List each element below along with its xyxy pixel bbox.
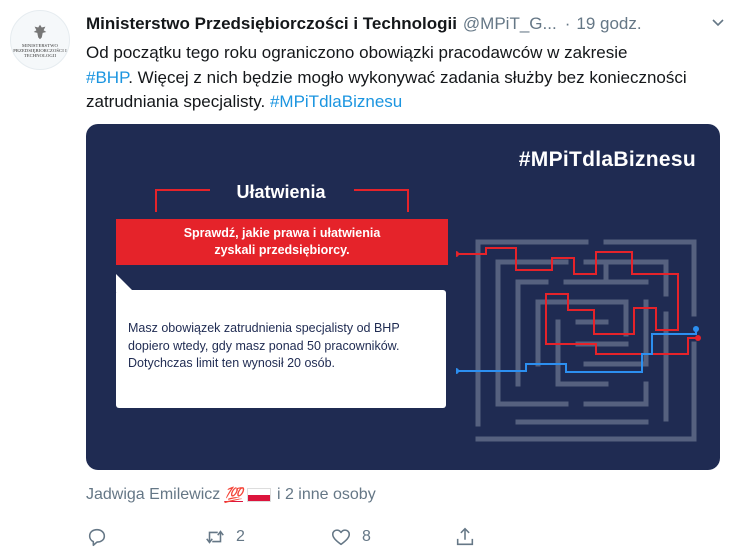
red-callout-line-1: Sprawdź, jakie prawa i ułatwienia [183, 226, 381, 240]
hashtag-bhp-link[interactable]: #BHP [86, 68, 128, 87]
liked-by-others[interactable]: i 2 inne osoby [277, 486, 376, 504]
share-icon [456, 527, 474, 546]
reply-icon [88, 528, 106, 547]
eagle-emblem-icon [33, 24, 47, 39]
tweet-text: Od początku tego roku ograniczono obowią… [86, 41, 716, 115]
author-name[interactable]: Ministerstwo Przedsiębiorczości i Techno… [86, 14, 457, 34]
author-handle[interactable]: @MPiT_G... [463, 14, 557, 34]
poland-flag-icon [246, 488, 271, 502]
like-button[interactable]: 8 [330, 526, 371, 548]
card-title: Ułatwienia [236, 182, 326, 202]
tweet-actions: 2 8 [86, 526, 486, 554]
hashtag-mpit-link[interactable]: #MPiTdlaBiznesu [270, 92, 402, 111]
tweet-text-part-1: Od początku tego roku ograniczono obowią… [86, 43, 628, 62]
info-line-2: dopiero wtedy, gdy masz ponad 50 pracown… [128, 338, 400, 353]
card-hashtag: #MPiTdlaBiznesu [518, 148, 696, 171]
red-callout: Sprawdź, jakie prawa i ułatwienia zyskali… [116, 219, 448, 265]
heart-icon [331, 529, 351, 546]
liked-by-line[interactable]: Jadwiga Emilewicz 💯 i 2 inne osoby [86, 486, 376, 504]
tweet-time[interactable]: 19 godz. [576, 14, 641, 34]
info-box: Masz obowiązek zatrudnienia specjalisty … [116, 290, 446, 408]
red-callout-line-2: zyskali przedsiębiorcy. [214, 243, 350, 257]
separator-dot: · [564, 14, 571, 33]
maze-illustration-icon [456, 239, 701, 442]
avatar[interactable]: MINISTERSTWO PRZEDSIĘBIORCZOŚCI I TECHNO… [10, 10, 70, 70]
like-count: 8 [362, 528, 371, 545]
chevron-down-icon[interactable] [710, 14, 726, 30]
avatar-label: MINISTERSTWO PRZEDSIĘBIORCZOŚCI I TECHNO… [13, 42, 67, 58]
info-line-1: Masz obowiązek zatrudnienia specjalisty … [128, 321, 400, 335]
retweet-count: 2 [236, 528, 245, 545]
tweet-image-card[interactable]: #MPiTdlaBiznesu Ułatwienia Sprawdź, jaki… [86, 124, 720, 470]
tweet-header: Ministerstwo Przedsiębiorczości i Techno… [86, 13, 726, 35]
hundred-emoji: 💯 [224, 487, 243, 504]
reply-button[interactable] [86, 526, 108, 548]
info-line-3: Dotychczas limit ten wynosił 20 osób. [128, 356, 336, 370]
retweet-icon [206, 530, 224, 544]
retweet-button[interactable]: 2 [204, 526, 245, 548]
liked-by-name[interactable]: Jadwiga Emilewicz [86, 486, 220, 504]
share-button[interactable] [454, 526, 476, 548]
